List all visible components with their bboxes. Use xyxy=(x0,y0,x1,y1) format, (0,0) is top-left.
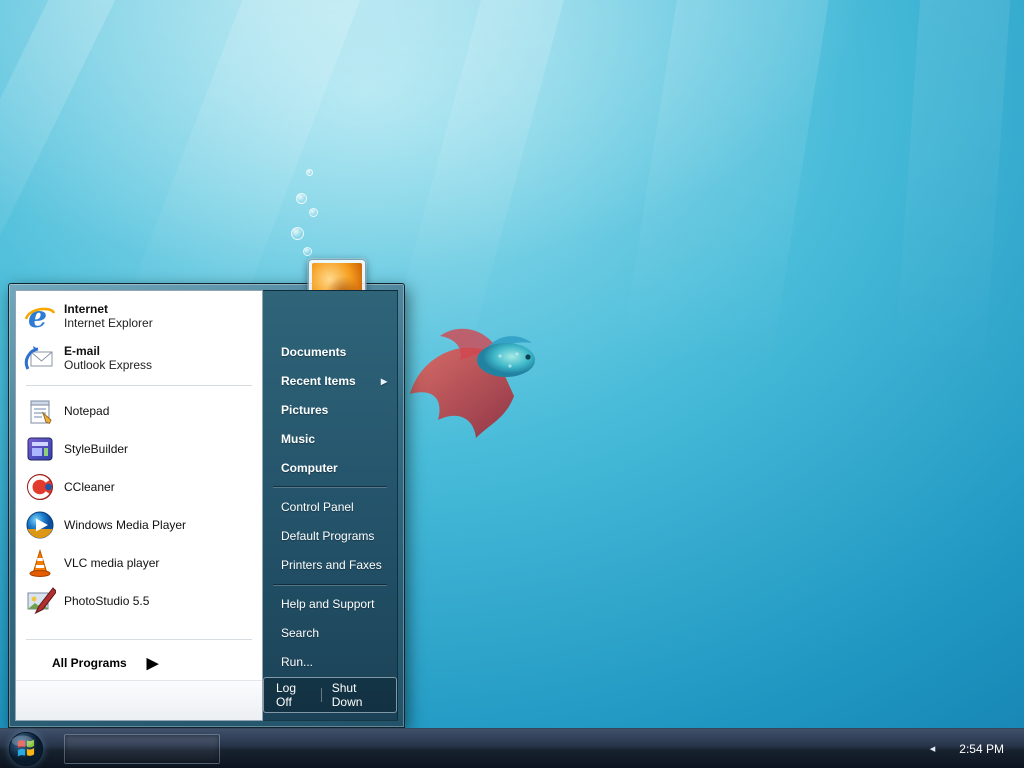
internet-explorer-icon: e xyxy=(24,300,56,332)
start-menu-item-photostudio[interactable]: PhotoStudio 5.5 xyxy=(16,582,262,620)
menu-item-label: Help and Support xyxy=(281,597,387,611)
menu-item-label: Printers and Faxes xyxy=(281,558,387,572)
outlook-express-icon xyxy=(24,342,56,374)
program-label: VLC media player xyxy=(64,556,159,570)
all-programs-label: All Programs xyxy=(52,656,127,670)
pinned-item-text: Internet Internet Explorer xyxy=(64,302,153,330)
bubble xyxy=(306,169,313,176)
start-menu-right-panel: Documents Recent Items ▸ Pictures Music … xyxy=(263,290,398,721)
pinned-item-subtitle: Internet Explorer xyxy=(64,316,153,330)
ccleaner-icon xyxy=(24,471,56,503)
pinned-item-title: Internet xyxy=(64,302,153,316)
start-menu-item-stylebuilder[interactable]: StyleBuilder xyxy=(16,430,262,468)
stylebuilder-icon xyxy=(24,433,56,465)
windows-media-player-icon xyxy=(24,509,56,541)
start-menu-item-windows-media-player[interactable]: Windows Media Player xyxy=(16,506,262,544)
light-ray xyxy=(598,0,849,524)
bubble xyxy=(296,193,307,204)
taskbar-button[interactable] xyxy=(64,734,220,764)
start-menu-item-email[interactable]: E-mail Outlook Express xyxy=(16,337,262,379)
start-menu-item-vlc[interactable]: VLC media player xyxy=(16,544,262,582)
menu-item-label: Computer xyxy=(281,461,387,475)
start-menu-item-documents[interactable]: Documents xyxy=(263,337,397,366)
menu-item-label: Control Panel xyxy=(281,500,387,514)
separator xyxy=(273,486,387,488)
menu-item-label: Music xyxy=(281,432,387,446)
menu-item-label: Recent Items xyxy=(281,374,381,388)
submenu-arrow-icon: ▸ xyxy=(381,374,387,388)
vlc-icon xyxy=(24,547,56,579)
log-off-button[interactable]: Log Off xyxy=(276,681,311,709)
betta-fish xyxy=(402,296,550,464)
system-tray: ◂ 2:54 PM xyxy=(930,742,1024,756)
windows-logo-icon xyxy=(8,731,44,767)
start-menu-item-control-panel[interactable]: Control Panel xyxy=(263,492,397,521)
menu-item-label: Documents xyxy=(281,345,387,359)
start-menu-item-pictures[interactable]: Pictures xyxy=(263,395,397,424)
separator xyxy=(273,584,387,586)
menu-item-label: Pictures xyxy=(281,403,387,417)
start-menu-item-computer[interactable]: Computer xyxy=(263,453,397,482)
program-label: Notepad xyxy=(64,404,109,418)
desktop: e Internet Internet Explorer xyxy=(0,0,1024,768)
taskbar: ◂ 2:54 PM xyxy=(0,728,1024,768)
all-programs-button[interactable]: All Programs ▶ xyxy=(16,646,262,680)
start-menu-item-printers-and-faxes[interactable]: Printers and Faxes xyxy=(263,551,397,580)
shut-down-button[interactable]: Shut Down xyxy=(332,681,384,709)
tray-collapse-arrow-icon[interactable]: ◂ xyxy=(930,742,936,755)
photostudio-icon xyxy=(24,585,56,617)
start-menu-item-notepad[interactable]: Notepad xyxy=(16,392,262,430)
program-label: PhotoStudio 5.5 xyxy=(64,594,149,608)
program-label: CCleaner xyxy=(64,480,115,494)
start-menu-item-internet[interactable]: e Internet Internet Explorer xyxy=(16,295,262,337)
start-menu-item-recent-items[interactable]: Recent Items ▸ xyxy=(263,366,397,395)
spacer xyxy=(16,620,262,633)
pinned-item-subtitle: Outlook Express xyxy=(64,358,152,372)
menu-item-label: Run... xyxy=(281,655,387,669)
light-ray xyxy=(884,0,1020,522)
notepad-icon xyxy=(24,395,56,427)
pinned-item-text: E-mail Outlook Express xyxy=(64,344,152,372)
bubble xyxy=(309,208,318,217)
start-menu-item-run[interactable]: Run... xyxy=(263,648,397,677)
start-menu-left-footer xyxy=(16,680,262,720)
start-button[interactable] xyxy=(6,729,46,768)
all-programs-arrow-icon: ▶ xyxy=(147,654,159,672)
menu-item-label: Default Programs xyxy=(281,529,387,543)
bubble xyxy=(291,227,304,240)
start-menu-left-panel: e Internet Internet Explorer xyxy=(15,290,263,721)
start-menu-item-default-programs[interactable]: Default Programs xyxy=(263,522,397,551)
pinned-item-title: E-mail xyxy=(64,344,152,358)
start-menu: e Internet Internet Explorer xyxy=(8,283,405,728)
separator xyxy=(26,385,252,386)
start-menu-item-search[interactable]: Search xyxy=(263,619,397,648)
session-buttons: Log Off Shut Down xyxy=(263,677,397,713)
menu-item-label: Search xyxy=(281,626,387,640)
program-label: Windows Media Player xyxy=(64,518,186,532)
separator xyxy=(26,639,252,640)
taskbar-clock[interactable]: 2:54 PM xyxy=(959,742,1004,756)
start-menu-item-ccleaner[interactable]: CCleaner xyxy=(16,468,262,506)
separator xyxy=(321,688,322,702)
bubble xyxy=(303,247,312,256)
start-menu-item-music[interactable]: Music xyxy=(263,424,397,453)
start-menu-item-help-and-support[interactable]: Help and Support xyxy=(263,590,397,619)
program-label: StyleBuilder xyxy=(64,442,128,456)
svg-text:e: e xyxy=(28,300,47,332)
